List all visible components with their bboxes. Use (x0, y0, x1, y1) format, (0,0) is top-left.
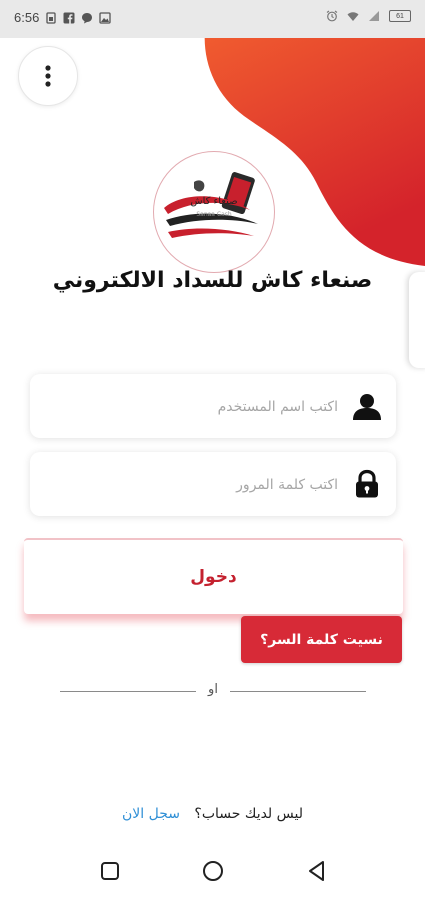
or-label: او (208, 682, 218, 697)
recent-apps-icon[interactable] (97, 858, 123, 884)
app-title: صنعاء كاش للسداد الالكتروني (52, 268, 373, 293)
login-button-label: دخول (190, 567, 237, 587)
logo-text: صنعاء كاش (190, 196, 237, 207)
username-input[interactable] (40, 390, 340, 424)
navigation-bar (0, 844, 425, 900)
app-logo: صنعاء كاش Sanaa Cash (153, 151, 275, 273)
facebook-icon (63, 12, 75, 23)
status-left: 6:56 (14, 10, 111, 25)
signup-row: ليس لديك حساب؟ سجل الان (0, 806, 425, 822)
logo-graphic: صنعاء كاش Sanaa Cash (164, 172, 258, 238)
image-icon (99, 11, 111, 24)
status-bar: 6:56 61 (0, 0, 425, 38)
or-divider: او (60, 682, 366, 698)
more-vertical-icon (45, 65, 51, 87)
status-right: 61 (326, 10, 411, 22)
message-icon (82, 12, 93, 23)
sim-card-icon (46, 11, 56, 24)
logo-subtext: Sanaa Cash (196, 211, 232, 218)
status-time: 6:56 (14, 10, 40, 25)
divider-line-right (230, 691, 366, 692)
login-screen: 6:56 61 صنعاء كاش Sanaa Cash صنعاء كاش ل… (0, 0, 425, 900)
battery-icon: 61 (389, 10, 411, 22)
signal-icon (369, 11, 379, 21)
signup-link[interactable]: سجل الان (122, 806, 180, 822)
no-account-text: ليس لديك حساب؟ (194, 806, 303, 822)
login-button[interactable]: دخول (24, 538, 403, 614)
password-input[interactable] (40, 468, 340, 502)
forgot-password-button[interactable]: نسيت كلمة السر؟ (241, 616, 402, 663)
battery-level: 61 (396, 12, 404, 20)
username-field (30, 374, 396, 438)
back-icon[interactable] (304, 858, 330, 884)
user-icon (353, 394, 381, 420)
wifi-icon (347, 12, 359, 21)
alarm-icon (326, 10, 338, 22)
home-icon[interactable] (200, 858, 226, 884)
menu-button[interactable] (18, 46, 78, 106)
forgot-password-label: نسيت كلمة السر؟ (260, 631, 383, 648)
lock-icon (356, 469, 378, 498)
password-field (30, 452, 396, 516)
